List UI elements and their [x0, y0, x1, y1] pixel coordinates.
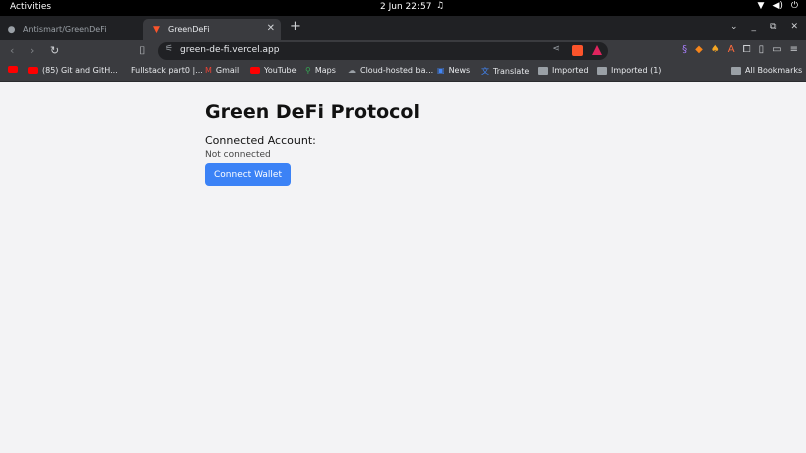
url-text[interactable]: green-de-fi.vercel.app: [180, 45, 279, 55]
bookmark-folder[interactable]: Imported (1): [597, 66, 661, 75]
youtube-icon: [250, 67, 260, 74]
extension-icon[interactable]: A: [728, 44, 735, 55]
forward-icon[interactable]: ›: [30, 44, 34, 57]
folder-icon: [597, 66, 607, 75]
page-content: Green DeFi Protocol Connected Account: N…: [0, 83, 806, 453]
news-icon: ▣: [437, 66, 445, 75]
extension-icon[interactable]: §: [682, 44, 687, 55]
account-label: Connected Account:: [205, 134, 316, 147]
tab-greendefi[interactable]: ▼ GreenDeFi ✕: [143, 19, 281, 40]
site-settings-icon[interactable]: ⚟: [165, 44, 173, 54]
bookmark-item[interactable]: Fullstack part0 |...: [131, 66, 203, 75]
brave-icon: ▼: [153, 24, 160, 35]
extensions-puzzle-icon[interactable]: ⧠: [743, 44, 751, 55]
bookmarks-bar: (85) Git and GitH... Fullstack part0 |..…: [0, 62, 806, 82]
brave-shields-icon[interactable]: [572, 45, 583, 56]
bookmark-item[interactable]: [8, 66, 18, 73]
bookmark-label: Imported: [552, 66, 589, 75]
address-bar[interactable]: ⚟ green-de-fi.vercel.app ⋖: [158, 42, 608, 60]
system-top-bar: Activities 2 Jun 22:57 ♫ ▼ ◀) ⏻: [0, 0, 806, 16]
bookmark-label: Imported (1): [611, 66, 662, 75]
tab-antismart[interactable]: ● Antismart/GreenDeFi: [6, 19, 140, 40]
tab-bar: ● Antismart/GreenDeFi ▼ GreenDeFi ✕: [0, 16, 806, 40]
tab-label: Antismart/GreenDeFi: [23, 25, 107, 34]
wifi-icon: ▼: [757, 1, 765, 11]
youtube-icon: [28, 67, 38, 74]
brave-rewards-icon[interactable]: [592, 45, 602, 55]
system-tray[interactable]: ▼ ◀) ⏻: [758, 1, 798, 11]
close-window-icon[interactable]: ✕: [790, 22, 798, 32]
close-icon[interactable]: ✕: [267, 23, 275, 34]
bookmark-item[interactable]: ▣ News: [437, 66, 470, 75]
bookmark-label: (85) Git and GitH...: [42, 66, 118, 75]
bookmark-item[interactable]: M Gmail: [205, 66, 239, 75]
extension-icon[interactable]: ♠: [711, 44, 720, 55]
bell-icon[interactable]: ♫: [436, 1, 444, 11]
bookmark-item[interactable]: ⚲ Maps: [305, 66, 336, 75]
bookmark-item[interactable]: ☁ Cloud-hosted ba...: [348, 66, 433, 75]
gmail-icon: M: [205, 66, 212, 75]
bookmark-folder[interactable]: Imported: [538, 66, 589, 75]
youtube-icon: [8, 66, 18, 73]
bookmark-label: Maps: [314, 66, 336, 75]
restore-icon[interactable]: ⧉: [770, 22, 776, 32]
new-tab-button[interactable]: +: [290, 19, 301, 34]
translate-icon: 文: [481, 67, 489, 76]
share-icon[interactable]: ⋖: [552, 44, 560, 54]
bookmark-label: All Bookmarks: [745, 66, 803, 75]
page-title: Green DeFi Protocol: [205, 101, 420, 123]
browser-toolbar: ‹ › ↻ ⌷ ⚟ green-de-fi.vercel.app ⋖ § ◆ ♠…: [0, 40, 806, 62]
bookmark-label: Cloud-hosted ba...: [360, 66, 434, 75]
extensions-area: § ◆ ♠ A ⧠ ▯ ▭ ≡: [682, 44, 798, 55]
bookmark-label: YouTube: [264, 66, 297, 75]
wallet-icon[interactable]: ▭: [772, 44, 781, 55]
power-icon: ⏻: [790, 1, 798, 11]
activities-button[interactable]: Activities: [10, 2, 51, 12]
folder-icon: [731, 66, 741, 75]
menu-icon[interactable]: ≡: [790, 44, 798, 55]
cloud-icon: ☁: [348, 66, 356, 75]
sidebar-icon[interactable]: ▯: [759, 44, 765, 55]
github-icon: ●: [7, 24, 16, 35]
metamask-icon[interactable]: ◆: [695, 44, 703, 55]
bookmark-icon[interactable]: ⌷: [139, 44, 146, 58]
account-status: Not connected: [205, 150, 271, 160]
volume-icon: ◀): [772, 1, 783, 11]
connect-wallet-button[interactable]: Connect Wallet: [205, 163, 291, 186]
bookmark-label: Fullstack part0 |...: [131, 66, 203, 75]
all-bookmarks-folder[interactable]: All Bookmarks: [731, 66, 802, 75]
bookmark-item[interactable]: YouTube: [250, 66, 297, 75]
folder-icon: [538, 66, 548, 75]
maps-icon: ⚲: [305, 66, 311, 75]
bookmark-item[interactable]: (85) Git and GitH...: [28, 66, 118, 75]
tab-search-icon[interactable]: ⌄: [730, 22, 738, 32]
reload-icon[interactable]: ↻: [50, 44, 59, 57]
clock[interactable]: 2 Jun 22:57: [380, 2, 431, 12]
tab-label: GreenDeFi: [168, 25, 210, 34]
back-icon[interactable]: ‹: [10, 44, 14, 57]
bookmark-label: Gmail: [215, 66, 240, 75]
bookmark-item[interactable]: 文 Translate: [481, 66, 529, 77]
bookmark-label: News: [448, 66, 471, 75]
minimize-icon[interactable]: _: [752, 22, 757, 32]
bookmark-label: Translate: [493, 67, 530, 76]
window-controls: ⌄ _ ⧉ ✕: [730, 22, 798, 32]
